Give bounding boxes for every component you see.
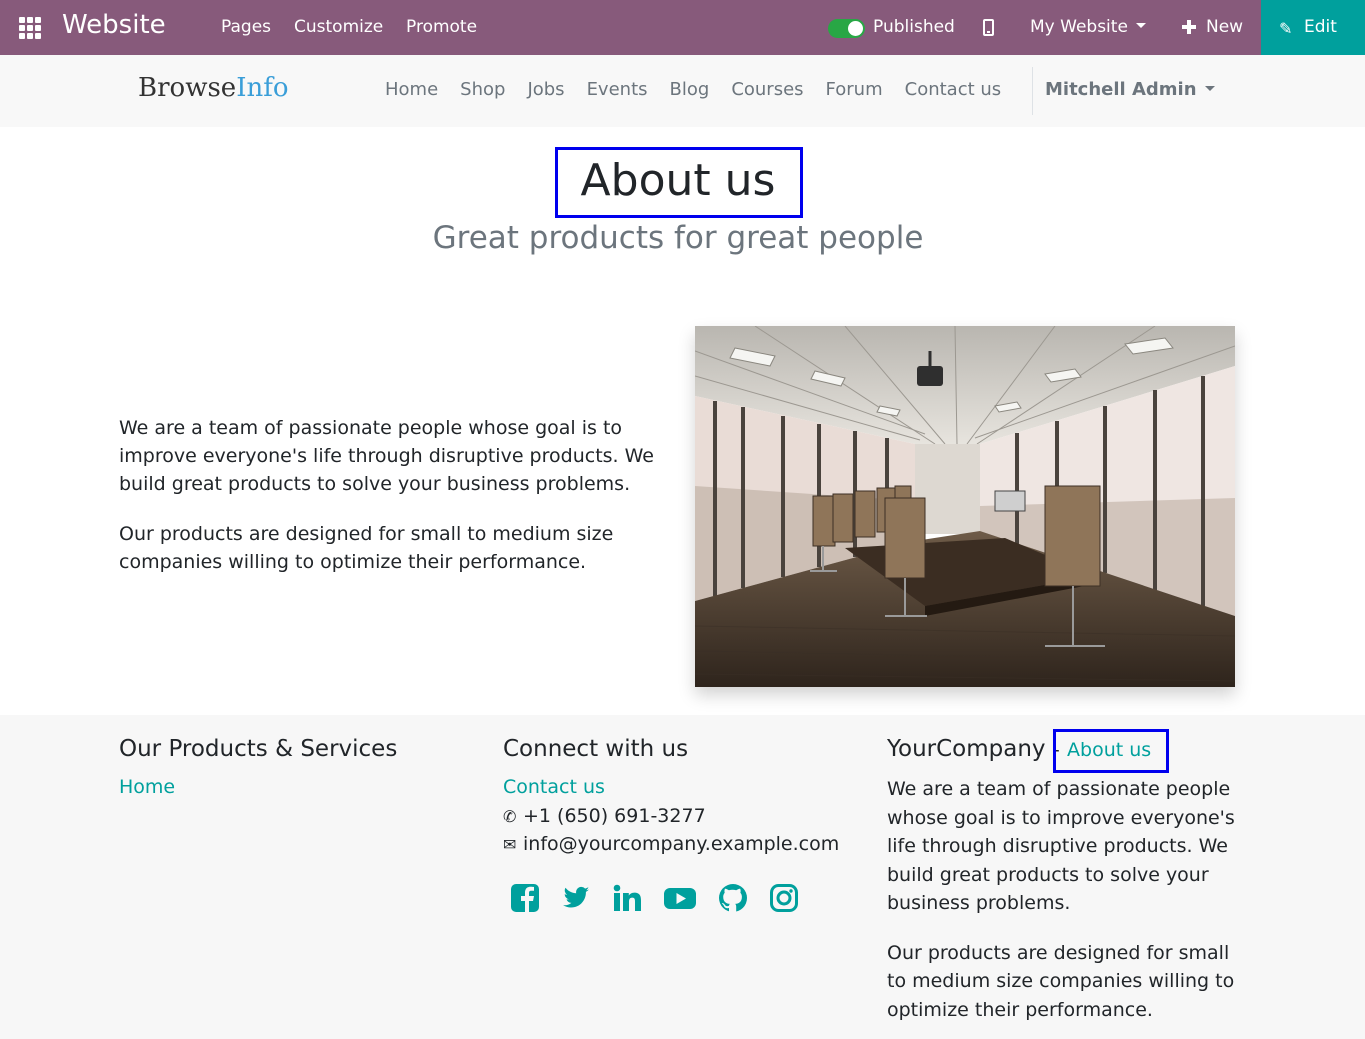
meeting-room-photo	[695, 326, 1235, 687]
company-name: YourCompany	[887, 736, 1046, 762]
page-subtitle: Great products for great people	[432, 220, 924, 256]
github-icon[interactable]	[718, 883, 748, 917]
user-menu[interactable]: Mitchell Admin	[1045, 79, 1215, 100]
chevron-down-icon	[1135, 23, 1146, 28]
app-name[interactable]: Website	[62, 10, 166, 40]
intro-paragraph: Our products are designed for small to m…	[119, 523, 614, 573]
linkedin-icon[interactable]	[612, 883, 642, 917]
nav-jobs[interactable]: Jobs	[527, 79, 564, 100]
logo-info: Info	[236, 73, 289, 103]
apps-grid-icon[interactable]	[19, 17, 41, 39]
edit-label: Edit	[1304, 17, 1337, 37]
nav-forum[interactable]: Forum	[826, 79, 883, 100]
intro-paragraph: We are a team of passionate people whose…	[119, 417, 654, 495]
menu-pages[interactable]: Pages	[221, 17, 271, 37]
footer-home-link[interactable]: Home	[119, 776, 175, 798]
footer-about-paragraph: Our products are designed for small to m…	[887, 941, 1235, 1021]
site-footer: Our Products & Services Home Connect wit…	[0, 715, 1365, 1039]
nav-home[interactable]: Home	[385, 79, 438, 100]
user-name: Mitchell Admin	[1045, 79, 1197, 100]
menu-customize[interactable]: Customize	[294, 17, 383, 37]
email-address: info@yourcompany.example.com	[523, 833, 840, 855]
footer-about-text: We are a team of passionate people whose…	[887, 775, 1247, 1024]
nav-divider	[1032, 67, 1033, 115]
facebook-icon[interactable]	[510, 883, 540, 917]
nav-courses[interactable]: Courses	[731, 79, 803, 100]
pencil-icon: ✎	[1279, 19, 1293, 38]
footer-connect-title: Connect with us	[503, 736, 689, 762]
youtube-icon[interactable]	[663, 883, 697, 917]
title-highlight-box	[555, 147, 803, 218]
published-toggle[interactable]	[828, 19, 865, 38]
chevron-down-icon	[1204, 86, 1215, 91]
phone-number: +1 (650) 691-3277	[523, 805, 706, 827]
new-button[interactable]: New	[1206, 17, 1243, 37]
intro-text: We are a team of passionate people whose…	[119, 414, 664, 576]
published-label[interactable]: Published	[873, 17, 955, 37]
website-selector[interactable]: My Website	[1030, 17, 1146, 37]
logo-browse: Browse	[138, 73, 237, 103]
admin-topbar: Website Pages Customize Promote Publishe…	[0, 0, 1365, 55]
footer-about-paragraph: We are a team of passionate people whose…	[887, 778, 1235, 914]
nav-shop[interactable]: Shop	[460, 79, 505, 100]
footer-contact-link[interactable]: Contact us	[503, 776, 605, 798]
twitter-icon[interactable]	[561, 883, 591, 917]
mobile-preview-icon[interactable]	[983, 19, 994, 36]
about-link-highlight-box	[1053, 729, 1169, 773]
main-nav: Home Shop Jobs Events Blog Courses Forum…	[385, 79, 1023, 100]
nav-blog[interactable]: Blog	[670, 79, 710, 100]
phone-icon: ✆	[503, 807, 517, 826]
website-selector-label: My Website	[1030, 17, 1128, 37]
footer-products-title: Our Products & Services	[119, 736, 398, 762]
plus-icon[interactable]	[1182, 20, 1196, 34]
site-header: BrowseInfo Home Shop Jobs Events Blog Co…	[0, 55, 1365, 127]
footer-email: ✉ info@yourcompany.example.com	[503, 833, 839, 855]
edit-button[interactable]: ✎ Edit	[1261, 0, 1365, 55]
footer-phone: ✆ +1 (650) 691-3277	[503, 805, 706, 827]
site-logo[interactable]: BrowseInfo	[138, 73, 288, 103]
social-links	[510, 883, 820, 917]
menu-promote[interactable]: Promote	[406, 17, 477, 37]
envelope-icon: ✉	[503, 835, 517, 854]
nav-contact-us[interactable]: Contact us	[905, 79, 1002, 100]
nav-events[interactable]: Events	[587, 79, 648, 100]
instagram-icon[interactable]	[769, 883, 799, 917]
